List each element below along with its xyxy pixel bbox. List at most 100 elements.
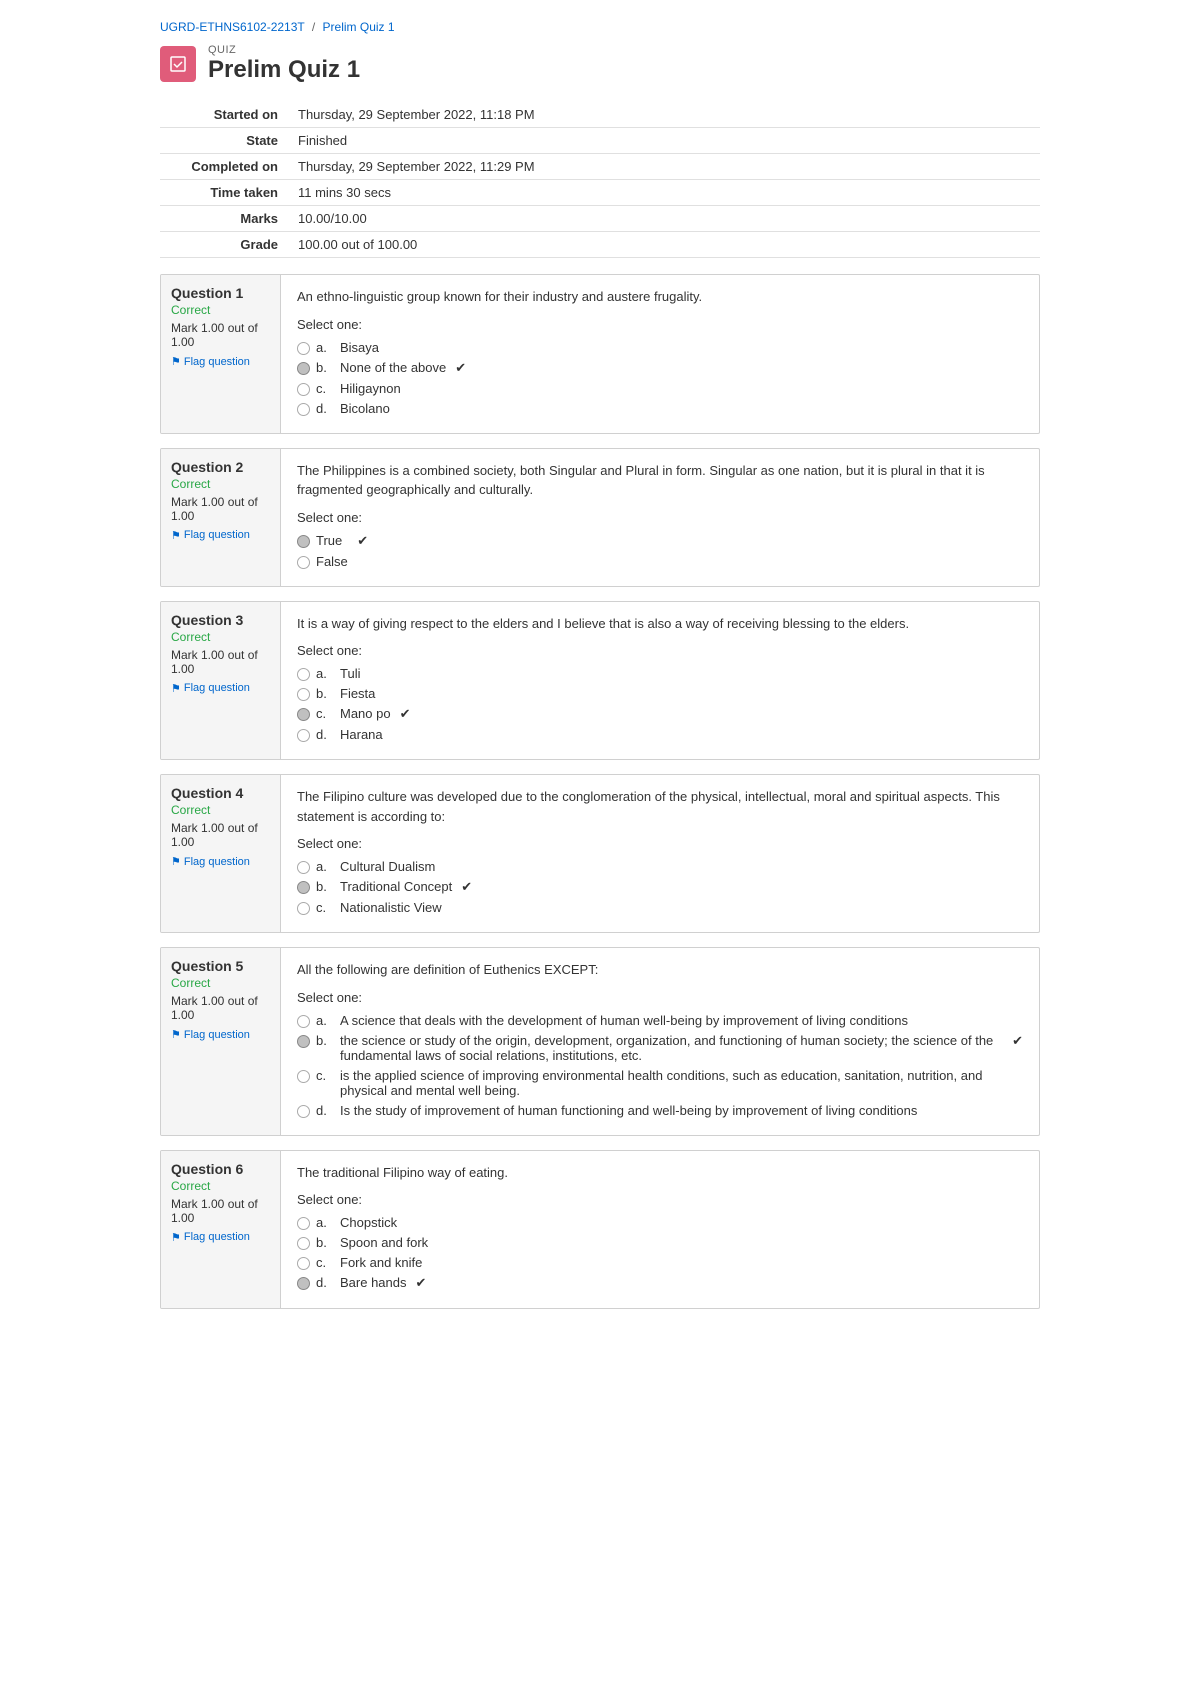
option-item-3-4: d.Harana xyxy=(297,727,1023,742)
option-label-6-3: c. xyxy=(316,1255,334,1270)
time-taken-label: Time taken xyxy=(160,180,290,206)
flag-icon-2: ⚑ xyxy=(171,529,181,542)
radio-1-2[interactable] xyxy=(297,362,310,375)
breadcrumb-course[interactable]: UGRD-ETHNS6102-2213T xyxy=(160,20,305,34)
option-label-6-1: a. xyxy=(316,1215,334,1230)
question-status-5: Correct xyxy=(171,976,270,990)
option-text-1-1: Bisaya xyxy=(340,340,379,355)
radio-6-3[interactable] xyxy=(297,1257,310,1270)
question-number-2: Question 2 xyxy=(171,459,270,475)
radio-1-1[interactable] xyxy=(297,342,310,355)
option-item-1-1: a.Bisaya xyxy=(297,340,1023,355)
question-content-1: An ethno-linguistic group known for thei… xyxy=(281,275,1039,433)
option-text-3-1: Tuli xyxy=(340,666,360,681)
breadcrumb-sep: / xyxy=(312,20,315,34)
option-list-4: a.Cultural Dualismb.Traditional Concept✔… xyxy=(297,859,1023,915)
info-row-completed: Completed on Thursday, 29 September 2022… xyxy=(160,154,1040,180)
option-text-3-3: Mano po xyxy=(340,706,391,721)
completed-on-label: Completed on xyxy=(160,154,290,180)
correct-checkmark-1-2: ✔ xyxy=(455,360,466,376)
radio-5-2[interactable] xyxy=(297,1035,310,1048)
flag-icon-4: ⚑ xyxy=(171,855,181,868)
option-label-3-3: c. xyxy=(316,706,334,721)
question-status-2: Correct xyxy=(171,477,270,491)
question-number-3: Question 3 xyxy=(171,612,270,628)
radio-6-4[interactable] xyxy=(297,1277,310,1290)
option-text-5-4: Is the study of improvement of human fun… xyxy=(340,1103,917,1118)
select-one-label-1: Select one: xyxy=(297,317,1023,332)
question-content-6: The traditional Filipino way of eating. S… xyxy=(281,1151,1039,1309)
option-item-5-4: d.Is the study of improvement of human f… xyxy=(297,1103,1023,1118)
correct-checkmark-6-4: ✔ xyxy=(416,1275,427,1291)
breadcrumb: UGRD-ETHNS6102-2213T / Prelim Quiz 1 xyxy=(160,20,1040,34)
question-status-3: Correct xyxy=(171,630,270,644)
option-item-6-1: a.Chopstick xyxy=(297,1215,1023,1230)
flag-question-link-4[interactable]: ⚑ Flag question xyxy=(171,855,270,868)
correct-checkmark-5-2: ✔ xyxy=(1012,1033,1023,1049)
info-row-marks: Marks 10.00/10.00 xyxy=(160,206,1040,232)
radio-5-1[interactable] xyxy=(297,1015,310,1028)
radio-3-2[interactable] xyxy=(297,688,310,701)
radio-3-1[interactable] xyxy=(297,668,310,681)
option-text-3-4: Harana xyxy=(340,727,383,742)
question-sidebar-3: Question 3 Correct Mark 1.00 out of 1.00 ⚑ … xyxy=(161,602,281,760)
option-label-5-3: c. xyxy=(316,1068,334,1083)
radio-5-3[interactable] xyxy=(297,1070,310,1083)
select-one-label-6: Select one: xyxy=(297,1192,1023,1207)
radio-3-3[interactable] xyxy=(297,708,310,721)
started-on-value: Thursday, 29 September 2022, 11:18 PM xyxy=(290,102,1040,128)
quiz-icon xyxy=(160,46,196,82)
question-content-5: All the following are definition of Euth… xyxy=(281,948,1039,1135)
radio-4-2[interactable] xyxy=(297,881,310,894)
info-row-time: Time taken 11 mins 30 secs xyxy=(160,180,1040,206)
state-value: Finished xyxy=(290,128,1040,154)
option-item-1-3: c. Hiligaynon xyxy=(297,381,1023,396)
select-one-label-4: Select one: xyxy=(297,836,1023,851)
option-list-6: a.Chopstickb.Spoon and forkc.Fork and kn… xyxy=(297,1215,1023,1291)
info-row-state: State Finished xyxy=(160,128,1040,154)
question-text-6: The traditional Filipino way of eating. xyxy=(297,1163,1023,1183)
question-mark-3: Mark 1.00 out of 1.00 xyxy=(171,648,270,676)
flag-question-link-1[interactable]: ⚑ Flag question xyxy=(171,355,270,368)
option-label-1-3: c. xyxy=(316,381,334,396)
question-sidebar-5: Question 5CorrectMark 1.00 out of 1.00⚑ … xyxy=(161,948,281,1135)
question-number-6: Question 6 xyxy=(171,1161,270,1177)
flag-question-link-6[interactable]: ⚑ Flag question xyxy=(171,1231,270,1244)
option-text-4-1: Cultural Dualism xyxy=(340,859,435,874)
option-list-1: a.Bisayab.None of the above✔c.Hiligaynon… xyxy=(297,340,1023,416)
time-taken-value: 11 mins 30 secs xyxy=(290,180,1040,206)
radio-1-4[interactable] xyxy=(297,403,310,416)
question-mark-4: Mark 1.00 out of 1.00 xyxy=(171,821,270,849)
correct-checkmark-4-2: ✔ xyxy=(461,879,472,895)
question-text-2: The Philippines is a combined society, b… xyxy=(297,461,1023,500)
flag-icon-6: ⚑ xyxy=(171,1231,181,1244)
option-list-3: a.Tulib.Fiestac.Mano po✔d.Harana xyxy=(297,666,1023,742)
question-sidebar-1: Question 1CorrectMark 1.00 out of 1.00⚑ … xyxy=(161,275,281,433)
breadcrumb-page[interactable]: Prelim Quiz 1 xyxy=(323,20,395,34)
flag-icon-3: ⚑ xyxy=(171,682,181,695)
question-text-1: An ethno-linguistic group known for thei… xyxy=(297,287,1023,307)
option-label-4-3: c. xyxy=(316,900,334,915)
flag-question-link-5[interactable]: ⚑ Flag question xyxy=(171,1028,270,1041)
grade-label: Grade xyxy=(160,232,290,258)
option-text-1-3: Hiligaynon xyxy=(340,381,401,396)
option-item-5-1: a.A science that deals with the developm… xyxy=(297,1013,1023,1028)
option-label-1-4: d. xyxy=(316,401,334,416)
radio-1-3[interactable] xyxy=(297,383,310,396)
flag-question-link-2[interactable]: ⚑ Flag question xyxy=(171,529,270,542)
option-list-5: a.A science that deals with the developm… xyxy=(297,1013,1023,1118)
quiz-header: QUIZ Prelim Quiz 1 xyxy=(160,44,1040,84)
radio-6-1[interactable] xyxy=(297,1217,310,1230)
radio-2-1[interactable] xyxy=(297,535,310,548)
radio-2-2[interactable] xyxy=(297,556,310,569)
radio-4-1[interactable] xyxy=(297,861,310,874)
radio-5-4[interactable] xyxy=(297,1105,310,1118)
flag-question-link-3[interactable]: ⚑ Flag question xyxy=(171,682,270,695)
select-one-label-3: Select one: xyxy=(297,643,1023,658)
radio-3-4[interactable] xyxy=(297,729,310,742)
radio-4-3[interactable] xyxy=(297,902,310,915)
question-mark-1: Mark 1.00 out of 1.00 xyxy=(171,321,270,349)
radio-6-2[interactable] xyxy=(297,1237,310,1250)
quiz-title-area: QUIZ Prelim Quiz 1 xyxy=(208,44,360,84)
option-label-2-1: True xyxy=(316,533,342,548)
